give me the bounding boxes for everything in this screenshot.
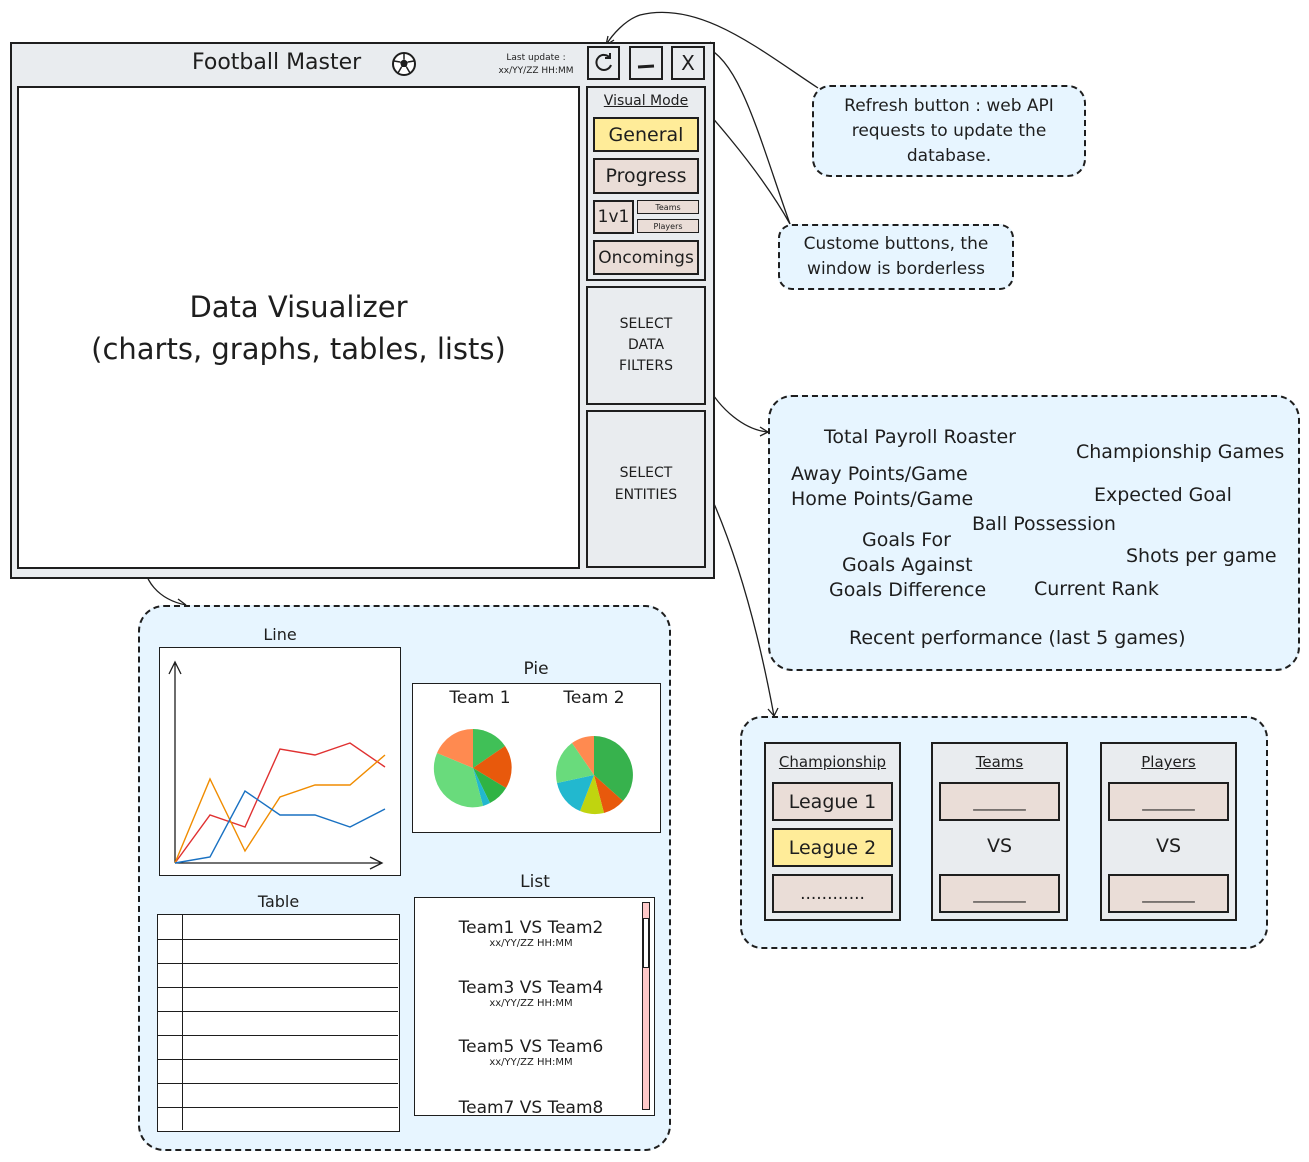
list-item-date: xx/YY/ZZ HH:MM <box>489 998 573 1009</box>
list-item[interactable]: Team1 VS Team2 xx/YY/ZZ HH:MM <box>425 918 637 949</box>
pie-chart-example: Team 1 Team 2 <box>412 683 661 833</box>
filter-recent-performance: Recent performance (last 5 games) <box>849 627 1186 649</box>
y-axis <box>168 660 182 863</box>
select-data-filters-button[interactable]: SELECT DATA FILTERS <box>586 286 706 405</box>
players-vs-label: VS <box>1155 835 1182 857</box>
teams-heading: Teams <box>975 753 1024 771</box>
table-example <box>157 914 400 1132</box>
entities-line-1: SELECT <box>619 465 673 481</box>
filter-goals-against: Goals Against <box>842 554 973 576</box>
list-item[interactable]: Team3 VS Team4 xx/YY/ZZ HH:MM <box>425 978 637 1009</box>
general-mode-button[interactable]: General <box>593 117 699 152</box>
data-visualizer: Data Visualizer (charts, graphs, tables,… <box>17 86 580 569</box>
minimize-icon <box>637 64 655 69</box>
table-row <box>158 987 398 988</box>
last-update-value: xx/YY/ZZ HH:MM <box>498 66 574 76</box>
table-row <box>158 963 398 964</box>
table-row <box>158 1107 398 1108</box>
filter-current-rank: Current Rank <box>1034 578 1159 600</box>
line-series-1 <box>174 742 386 864</box>
refresh-icon <box>595 53 612 71</box>
minimize-button[interactable] <box>629 46 663 80</box>
player-1-select[interactable]: _______ <box>1108 782 1229 821</box>
refresh-button[interactable] <box>587 46 620 80</box>
visual-mode-heading: Visual Mode <box>603 93 689 109</box>
line-chart-example <box>159 647 401 876</box>
filter-away-points: Away Points/Game <box>791 463 968 485</box>
pie-team-1 <box>433 729 512 808</box>
league-1-option[interactable]: League 1 <box>772 782 893 821</box>
filter-expected-goal: Expected Goal <box>1094 484 1232 506</box>
select-entities-button[interactable]: SELECT ENTITIES <box>586 410 706 568</box>
table-row <box>158 1059 398 1060</box>
app-title: Football Master <box>192 50 362 75</box>
line-chart-svg <box>168 660 386 870</box>
list-item-match: Team1 VS Team2 <box>458 918 604 938</box>
filter-home-points: Home Points/Game <box>791 488 974 510</box>
one-v-one-mode-button[interactable]: 1v1 <box>593 200 634 234</box>
filter-options-panel: Total Payroll Roaster Championship Games… <box>768 395 1300 671</box>
pie-svg <box>433 729 633 815</box>
filters-line-2: DATA <box>627 337 665 353</box>
filter-total-payroll: Total Payroll Roaster <box>824 426 1016 448</box>
more-leagues-option[interactable]: ............ <box>772 874 893 913</box>
line-series-2 <box>174 754 386 864</box>
player-2-select[interactable]: _______ <box>1108 874 1229 913</box>
filters-line-3: FILTERS <box>618 358 674 374</box>
list-item-date: xx/YY/ZZ HH:MM <box>489 1057 573 1068</box>
list-title: List <box>520 872 550 892</box>
visualizer-title: Data Visualizer <box>189 289 408 324</box>
list-item[interactable]: Team5 VS Team6 xx/YY/ZZ HH:MM <box>425 1037 637 1068</box>
visualizer-subtitle: (charts, graphs, tables, lists) <box>91 331 506 366</box>
filters-line-1: SELECT <box>619 316 673 332</box>
list-item-match: Team5 VS Team6 <box>458 1037 604 1057</box>
line-series-3 <box>174 789 386 864</box>
table-title: Table <box>257 892 300 911</box>
list-scrollbar-thumb[interactable] <box>643 918 649 968</box>
refresh-note: Refresh button : web API requests to upd… <box>812 85 1086 177</box>
table-row <box>158 939 398 940</box>
table-row <box>158 1011 398 1012</box>
list-item-match: Team3 VS Team4 <box>458 978 604 998</box>
list-item[interactable]: Team7 VS Team8 <box>425 1098 637 1116</box>
table-row <box>158 1035 398 1036</box>
close-icon: X <box>681 51 695 75</box>
pie-team-2 <box>556 736 633 815</box>
close-button[interactable]: X <box>671 46 705 80</box>
progress-mode-button[interactable]: Progress <box>593 158 699 194</box>
x-axis <box>175 856 384 870</box>
filter-shots-per-game: Shots per game <box>1126 545 1277 567</box>
teams-vs-label: VS <box>986 835 1013 857</box>
filter-goals-for: Goals For <box>862 529 951 551</box>
team-2-select[interactable]: _______ <box>939 874 1060 913</box>
league-2-option[interactable]: League 2 <box>772 828 893 867</box>
players-heading: Players <box>1141 753 1196 771</box>
list-item-date: xx/YY/ZZ HH:MM <box>489 938 573 949</box>
last-update: Last update : xx/YY/ZZ HH:MM <box>492 52 580 78</box>
players-sub-button[interactable]: Players <box>637 219 699 233</box>
table-column-divider <box>182 915 183 1130</box>
pie-title: Pie <box>523 659 549 679</box>
teams-sub-button[interactable]: Teams <box>637 200 699 214</box>
list-item-match: Team7 VS Team8 <box>458 1098 604 1116</box>
filter-goals-difference: Goals Difference <box>829 579 987 601</box>
last-update-label: Last update : <box>506 53 566 63</box>
filter-championship-games: Championship Games <box>1076 441 1285 463</box>
football-icon <box>392 52 416 76</box>
custom-buttons-note: Custome buttons, the window is borderles… <box>778 224 1014 290</box>
championship-heading: Championship <box>778 753 887 771</box>
table-row <box>158 1083 398 1084</box>
line-title: Line <box>263 625 297 644</box>
filter-ball-possession: Ball Possession <box>972 513 1116 535</box>
oncomings-mode-button[interactable]: Oncomings <box>593 240 699 275</box>
team-1-select[interactable]: _______ <box>939 782 1060 821</box>
list-example: Team1 VS Team2 xx/YY/ZZ HH:MM Team3 VS T… <box>414 897 655 1116</box>
entities-line-2: ENTITIES <box>614 487 678 503</box>
